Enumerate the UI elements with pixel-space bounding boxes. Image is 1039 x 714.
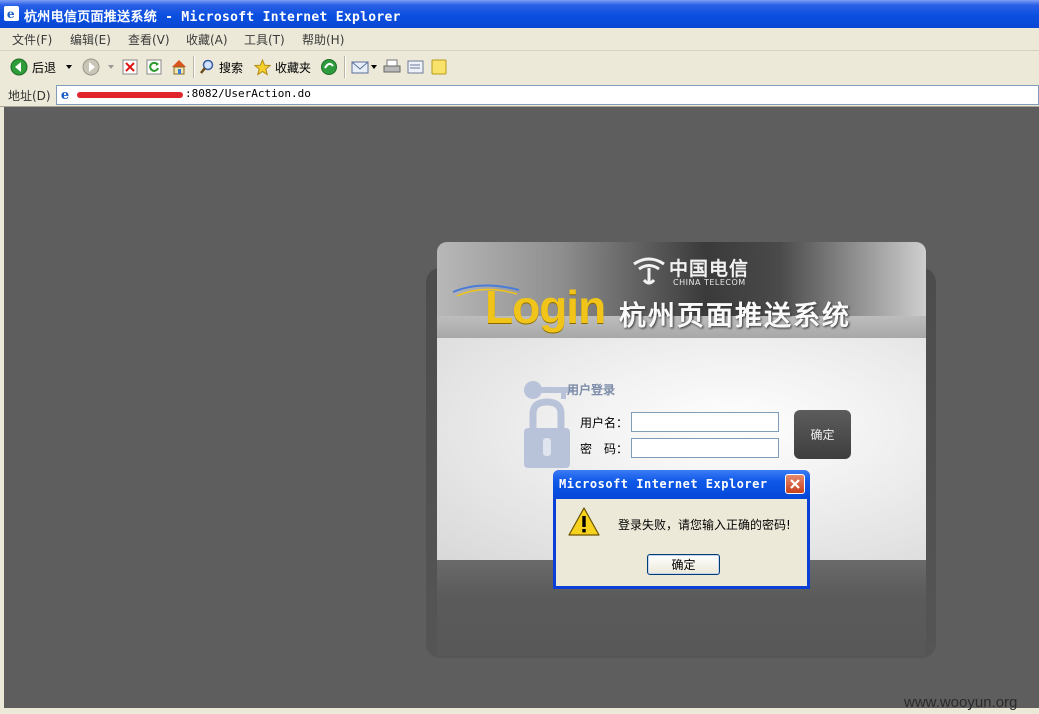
login-submit-button[interactable]: 确定 [794, 410, 851, 459]
login-panel: 中国电信 CHINA TELECOM Login 杭州页面推送系统 用户登录 用… [437, 242, 926, 656]
dropdown-arrow-icon [108, 65, 114, 69]
dialog-body: 登录失败，请您输入正确的密码! 确定 [556, 499, 807, 586]
messenger-button[interactable] [431, 57, 447, 77]
ie-page-icon: e [61, 88, 69, 102]
system-name: 杭州页面推送系统 [619, 301, 851, 332]
home-button[interactable] [170, 57, 188, 77]
home-icon [172, 60, 186, 75]
media-button[interactable] [320, 57, 338, 77]
menu-bar: 文件(F) 编辑(E) 查看(V) 收藏(A) 工具(T) 帮助(H) [0, 28, 1039, 51]
username-label: 用户名： [580, 416, 629, 430]
favorites-button[interactable]: 收藏夹 [254, 57, 311, 77]
menu-edit[interactable]: 编辑(E) [70, 31, 111, 48]
password-input[interactable] [631, 438, 779, 458]
mail-button[interactable] [351, 57, 378, 77]
svg-text:e: e [7, 7, 15, 21]
mail-icon [351, 61, 369, 74]
address-input[interactable]: e :8082/UserAction.do [56, 85, 1039, 105]
print-icon [383, 59, 401, 73]
print-button[interactable] [383, 57, 401, 77]
dialog-titlebar[interactable]: Microsoft Internet Explorer [553, 470, 810, 499]
toolbar-separator [344, 56, 346, 78]
address-label: 地址(D) [8, 89, 51, 103]
alert-dialog: Microsoft Internet Explorer 登录失败，请您输入正确的… [553, 470, 810, 589]
stop-button[interactable] [122, 57, 138, 77]
refresh-icon [146, 59, 162, 75]
brand-en: CHINA TELECOM [673, 278, 746, 287]
dropdown-arrow-icon [371, 65, 377, 69]
close-icon [790, 479, 800, 489]
menu-favorites[interactable]: 收藏(A) [186, 31, 228, 48]
address-bar: 地址(D) e :8082/UserAction.do [0, 84, 1039, 107]
dialog-ok-button[interactable]: 确定 [647, 554, 720, 575]
user-login-title: 用户登录 [567, 383, 616, 397]
svg-text:e: e [61, 88, 69, 102]
forward-arrow-icon [82, 58, 100, 76]
stop-icon [122, 59, 138, 75]
menu-view[interactable]: 查看(V) [128, 31, 170, 48]
edit-button[interactable] [407, 57, 425, 77]
login-heading: Login [485, 281, 606, 333]
toolbar: 后退 搜索 收藏夹 [0, 51, 1039, 85]
toolbar-separator [193, 56, 195, 78]
warning-icon [568, 507, 600, 536]
ie-icon: e [4, 6, 19, 21]
back-arrow-icon [10, 58, 28, 76]
password-label: 密 码： [580, 442, 629, 456]
favorites-label: 收藏夹 [275, 60, 312, 75]
back-label: 后退 [32, 60, 57, 75]
window-title: 杭州电信页面推送系统 - Microsoft Internet Explorer [24, 10, 401, 25]
back-button[interactable]: 后退 [10, 57, 74, 77]
forward-button[interactable] [82, 57, 116, 77]
star-icon [254, 58, 271, 76]
url-redaction [77, 92, 183, 98]
china-telecom-logo-icon [633, 257, 665, 285]
media-icon [321, 59, 337, 75]
dialog-title: Microsoft Internet Explorer [559, 477, 768, 491]
menu-help[interactable]: 帮助(H) [302, 31, 344, 48]
window-titlebar[interactable]: e 杭州电信页面推送系统 - Microsoft Internet Explor… [0, 0, 1039, 28]
dropdown-arrow-icon [66, 65, 73, 69]
search-icon [200, 59, 214, 74]
menu-file[interactable]: 文件(F) [12, 31, 52, 48]
dialog-message: 登录失败，请您输入正确的密码! [618, 518, 791, 532]
url-text: :8082/UserAction.do [185, 87, 311, 100]
edit-page-icon [407, 60, 424, 74]
search-button[interactable]: 搜索 [199, 57, 243, 77]
refresh-button[interactable] [146, 57, 162, 77]
menu-tools[interactable]: 工具(T) [244, 31, 285, 48]
dialog-close-button[interactable] [785, 474, 805, 494]
note-icon [431, 59, 447, 75]
username-input[interactable] [631, 412, 779, 432]
search-label: 搜索 [219, 60, 244, 75]
brand-cn: 中国电信 [669, 258, 750, 280]
status-bar [0, 708, 1039, 714]
watermark: www.wooyun.org [904, 694, 1018, 711]
